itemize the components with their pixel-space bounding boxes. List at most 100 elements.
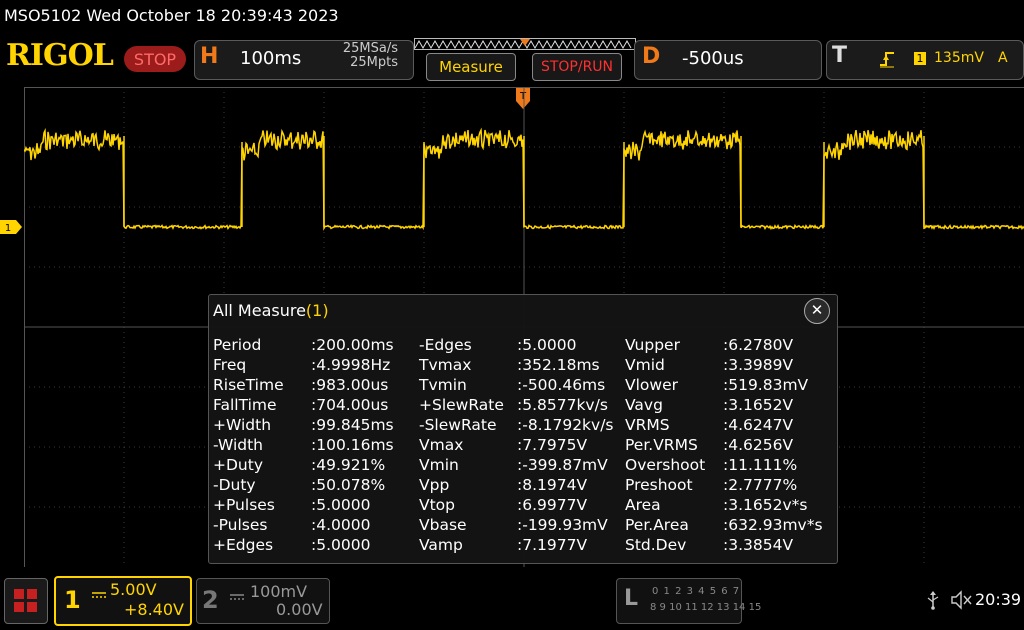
measure-title-text: All Measure xyxy=(213,301,306,320)
channel1-scale: 5.00V xyxy=(110,580,157,599)
rising-edge-icon xyxy=(878,50,898,72)
clock: 20:39 xyxy=(975,590,1022,609)
channel2-number: 2 xyxy=(202,586,219,614)
main-menu-button[interactable] xyxy=(4,578,48,624)
measure-value: :8.1974V xyxy=(517,476,588,494)
logic-channels-high: 8 9 10 11 12 13 14 15 xyxy=(650,602,762,613)
measure-value: :5.0000 xyxy=(311,496,371,514)
measure-label: Vtop xyxy=(419,496,456,514)
measure-label: -Duty xyxy=(213,476,256,494)
measure-value: :4.9998Hz xyxy=(311,356,391,374)
measure-label: +SlewRate xyxy=(419,396,504,414)
measure-label: -Width xyxy=(213,436,263,454)
measure-row: Period:200.00ms -Edges:5.0000 Vupper:6.278… xyxy=(213,335,833,355)
measure-value: :-199.93mV xyxy=(517,516,608,534)
measure-value: :99.845ms xyxy=(311,416,394,434)
status-line: MSO5102 Wed October 18 20:39:43 2023 xyxy=(4,6,339,25)
channel2-scale: 100mV xyxy=(250,582,308,601)
measure-label: +Duty xyxy=(213,456,263,474)
measure-label: Area xyxy=(625,496,661,514)
measure-value: :5.0000 xyxy=(311,536,371,554)
measure-label: +Width xyxy=(213,416,272,434)
measure-label: Std.Dev xyxy=(625,536,687,554)
measure-label: Vamp xyxy=(419,536,463,554)
measure-value: :704.00us xyxy=(311,396,389,414)
measure-label: -Pulses xyxy=(213,516,268,534)
usb-icon xyxy=(926,590,940,615)
run-state-badge[interactable]: STOP xyxy=(124,46,186,72)
sample-rate: 25MSa/s xyxy=(342,41,398,56)
measure-value: :3.3854V xyxy=(723,536,794,554)
measure-label: Tvmax xyxy=(419,356,472,374)
delay-value: -500us xyxy=(682,48,744,69)
measure-value: :632.93mv*s xyxy=(723,516,823,534)
horizontal-letter: H xyxy=(200,44,219,69)
measure-label: Per.Area xyxy=(625,516,689,534)
measure-value: :4.6256V xyxy=(723,436,794,454)
measure-value: :100.16ms xyxy=(311,436,394,454)
measure-table: Period:200.00ms -Edges:5.0000 Vupper:6.278… xyxy=(213,335,833,555)
measure-row: -Pulses :4.0000 Vbase :-199.93mV Per.Area :63… xyxy=(213,515,833,535)
sample-info: 25MSa/s 25Mpts xyxy=(330,42,398,70)
measure-row: -Duty:50.078% Vpp:8.1974V Preshoot:2.7777% xyxy=(213,475,833,495)
ch1-marker-label: 1 xyxy=(5,223,11,234)
measure-value: :11.111% xyxy=(723,456,798,474)
ch1-offset-marker[interactable]: 1 xyxy=(0,219,24,238)
measure-value: :4.0000 xyxy=(311,516,371,534)
measure-row: RiseTime:983.00us Tvmin:-500.46ms Vlower:5… xyxy=(213,375,833,395)
dc-coupling-icon xyxy=(92,584,106,603)
measure-label: VRMS xyxy=(625,416,670,434)
measure-label: Tvmin xyxy=(419,376,467,394)
measure-label: -SlewRate xyxy=(419,416,497,434)
mute-speaker-icon[interactable] xyxy=(950,590,974,615)
measure-value: :-500.46ms xyxy=(517,376,606,394)
measure-row: -Width:100.16ms Vmax:7.7975V Per.VRMS:4.62… xyxy=(213,435,833,455)
measure-value: :6.2780V xyxy=(723,336,794,354)
trigger-channel-badge: 1 xyxy=(914,52,926,65)
measure-row: +Pulses:5.0000 Vtop:6.9977V Area:3.1652v*s xyxy=(213,495,833,515)
measure-row: Freq :4.9998Hz Tvmax :352.18ms Vmid :3.3989V xyxy=(213,355,833,375)
measure-label: FallTime xyxy=(213,396,277,414)
measure-value: :4.6247V xyxy=(723,416,794,434)
measure-source-number: (1) xyxy=(305,301,329,320)
measure-row: +Edges :5.0000 Vamp :7.1977V Std.Dev :3.3854V xyxy=(213,535,833,555)
measure-value: :5.8577kv/s xyxy=(517,396,608,414)
measure-label: Vavg xyxy=(625,396,663,414)
measure-value: :3.1652v*s xyxy=(723,496,808,514)
measure-label: Vmid xyxy=(625,356,665,374)
measure-label: Vpp xyxy=(419,476,450,494)
measure-label: Vlower xyxy=(625,376,678,394)
trigger-level: 135mV xyxy=(934,50,984,66)
measure-label: +Edges xyxy=(213,536,274,554)
measure-value: :-399.87mV xyxy=(517,456,608,474)
measure-label: -Edges xyxy=(419,336,472,354)
measure-label: RiseTime xyxy=(213,376,284,394)
measure-value: :50.078% xyxy=(311,476,386,494)
measure-label: +Pulses xyxy=(213,496,275,514)
logic-letter: L xyxy=(624,586,639,611)
measure-label: Vmax xyxy=(419,436,464,454)
measure-panel-title: All Measure(1) xyxy=(213,301,329,320)
ch1-waveform xyxy=(24,127,1024,231)
measure-value: :352.18ms xyxy=(517,356,600,374)
measure-value: :3.3989V xyxy=(723,356,794,374)
close-icon[interactable]: ✕ xyxy=(804,298,830,324)
channel2-offset: 0.00V xyxy=(276,600,323,619)
logic-channels-low: 0 1 2 3 4 5 6 7 xyxy=(652,586,741,597)
measure-label: Vbase xyxy=(419,516,467,534)
measure-row: +Width:99.845ms -SlewRate:-8.1792kv/s VRMS… xyxy=(213,415,833,435)
measure-label: Overshoot xyxy=(625,456,706,474)
measure-button[interactable]: Measure xyxy=(426,53,516,81)
memory-depth: 25Mpts xyxy=(350,55,398,70)
measure-label: Period xyxy=(213,336,262,354)
measure-value: :519.83mV xyxy=(723,376,809,394)
measure-value: :7.1977V xyxy=(517,536,588,554)
measure-value: :200.00ms xyxy=(311,336,394,354)
measure-label: Per.VRMS xyxy=(625,436,698,454)
menu-grid-icon xyxy=(14,589,37,612)
measure-label: Freq xyxy=(213,356,247,374)
dc-coupling-icon xyxy=(230,586,244,605)
stop-run-button[interactable]: STOP/RUN xyxy=(532,53,622,81)
measure-row: FallTime :704.00us +SlewRate :5.8577kv/s Vav… xyxy=(213,395,833,415)
measure-label: Preshoot xyxy=(625,476,693,494)
